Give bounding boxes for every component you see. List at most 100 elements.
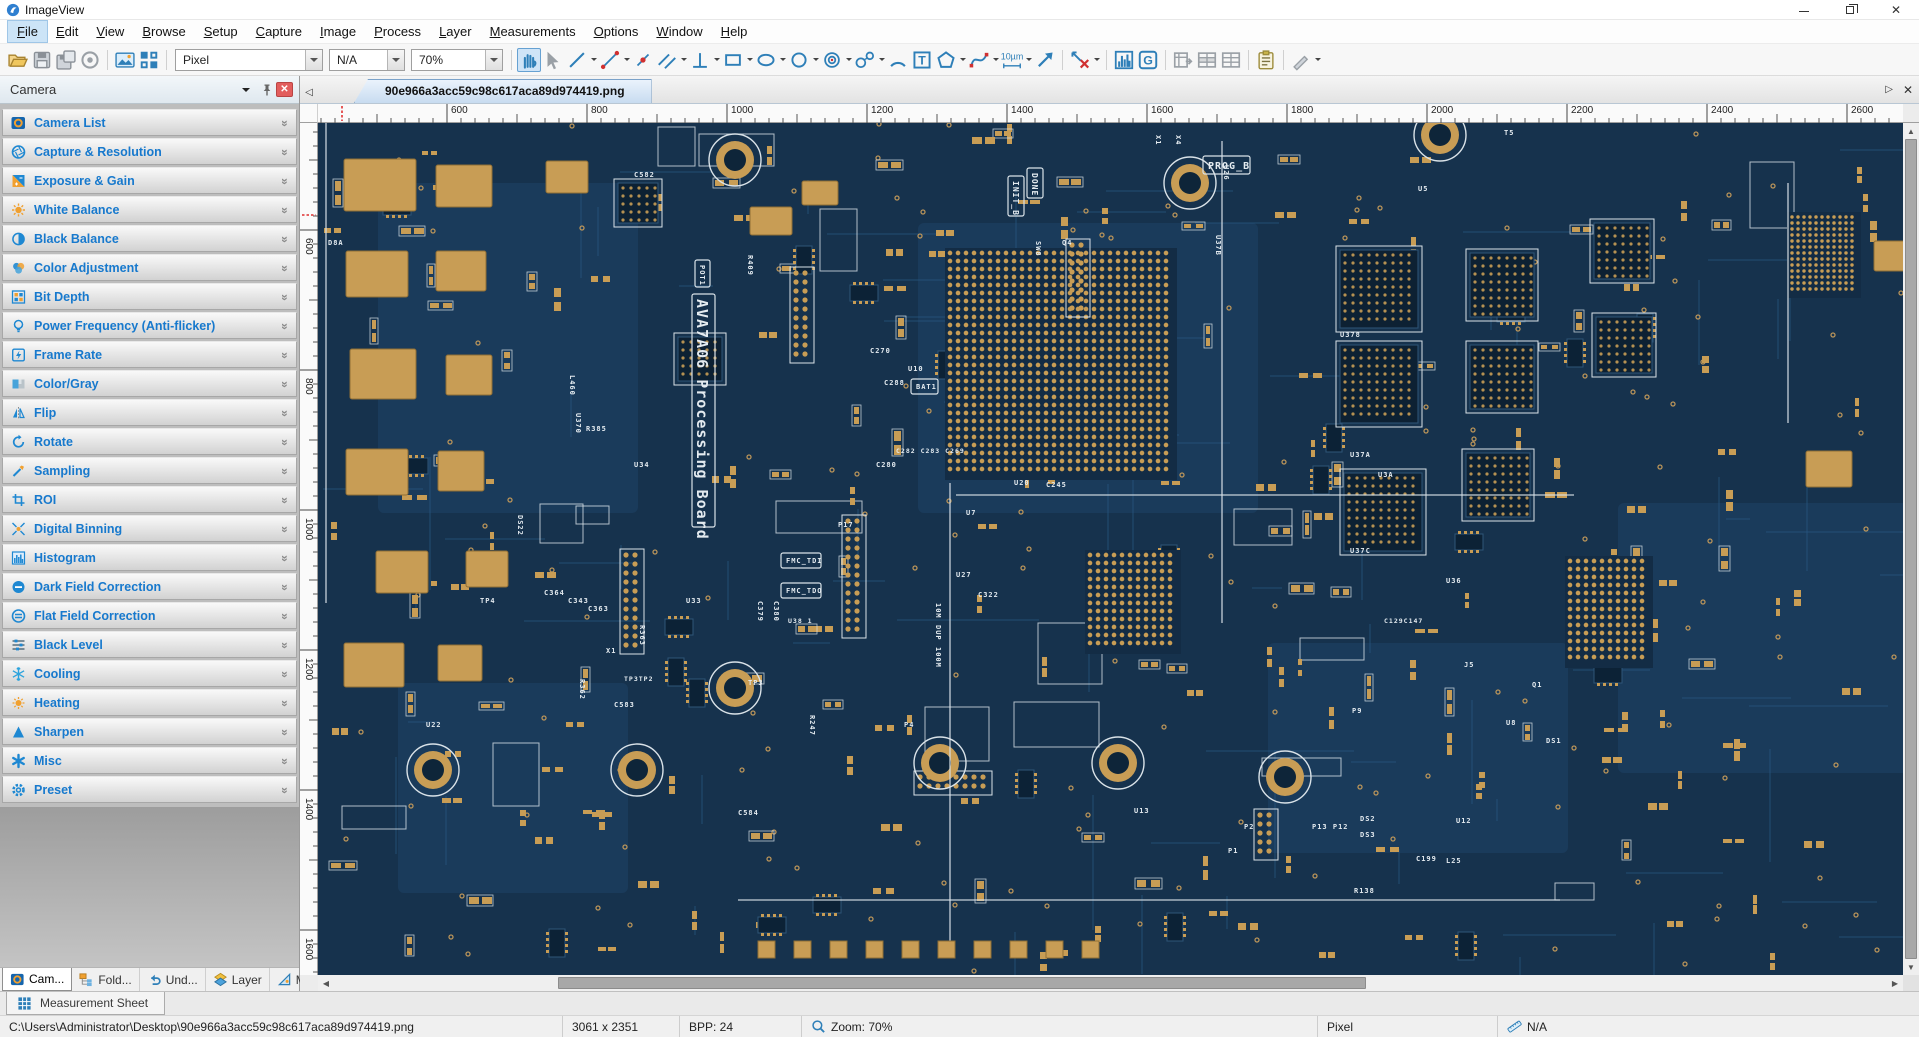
- expand-chevron-icon[interactable]: »: [278, 265, 292, 271]
- expand-chevron-icon[interactable]: »: [278, 120, 292, 126]
- chevron-down-icon[interactable]: [485, 50, 502, 70]
- chevron-down-icon[interactable]: [589, 48, 598, 72]
- expand-chevron-icon[interactable]: »: [278, 352, 292, 358]
- scroll-up-icon[interactable]: ▲: [1903, 123, 1919, 139]
- sidebar-item-color-adjustment[interactable]: Color Adjustment»: [2, 254, 297, 281]
- expand-chevron-icon[interactable]: »: [278, 584, 292, 590]
- chevron-down-icon[interactable]: [305, 50, 322, 70]
- scroll-down-icon[interactable]: ▼: [1903, 959, 1919, 975]
- sidebar-item-dark-field-correction[interactable]: Dark Field Correction»: [2, 573, 297, 600]
- expand-chevron-icon[interactable]: »: [278, 555, 292, 561]
- scroll-left-icon[interactable]: ◀: [318, 975, 334, 991]
- menu-window[interactable]: Window: [647, 21, 711, 42]
- sidebar-item-histogram[interactable]: Histogram»: [2, 544, 297, 571]
- sidebar-item-power-frequency-anti-flicker[interactable]: Power Frequency (Anti-flicker)»: [2, 312, 297, 339]
- chevron-down-icon[interactable]: [844, 48, 853, 72]
- minimize-button[interactable]: [1781, 0, 1827, 19]
- dock-tab-und[interactable]: Und...: [140, 968, 206, 991]
- expand-chevron-icon[interactable]: »: [278, 613, 292, 619]
- scale-bar-button[interactable]: 10µm: [1000, 48, 1024, 72]
- expand-chevron-icon[interactable]: »: [278, 294, 292, 300]
- expand-chevron-icon[interactable]: »: [278, 468, 292, 474]
- vertical-scrollbar[interactable]: ▲ ▼: [1903, 123, 1919, 975]
- browse-images-button[interactable]: [113, 48, 137, 72]
- line-tool-button[interactable]: [565, 48, 589, 72]
- edit-measure-button[interactable]: [1289, 48, 1313, 72]
- chevron-down-icon[interactable]: [958, 48, 967, 72]
- horizontal-scroll-thumb[interactable]: [558, 977, 1366, 989]
- polyline-tool-button[interactable]: [598, 48, 622, 72]
- arrow-annotation-button[interactable]: [1033, 48, 1057, 72]
- menu-options[interactable]: Options: [585, 21, 648, 42]
- sidebar-item-bit-depth[interactable]: Bit Depth»: [2, 283, 297, 310]
- menu-setup[interactable]: Setup: [195, 21, 247, 42]
- close-button[interactable]: ✕: [1873, 0, 1919, 19]
- menu-view[interactable]: View: [87, 21, 133, 42]
- menu-edit[interactable]: Edit: [47, 21, 87, 42]
- sidebar-item-black-balance[interactable]: Black Balance»: [2, 225, 297, 252]
- insert-row-button[interactable]: [1195, 48, 1219, 72]
- chevron-down-icon[interactable]: [1092, 48, 1101, 72]
- polygon-tool-button[interactable]: [934, 48, 958, 72]
- resolution-combo[interactable]: N/A: [329, 49, 405, 71]
- menu-image[interactable]: Image: [311, 21, 365, 42]
- point-tool-button[interactable]: [631, 48, 655, 72]
- vertical-scroll-thumb[interactable]: [1905, 139, 1917, 959]
- delete-table-button[interactable]: [1219, 48, 1243, 72]
- sidebar-item-sharpen[interactable]: Sharpen»: [2, 718, 297, 745]
- expand-chevron-icon[interactable]: »: [278, 758, 292, 764]
- sidebar-item-camera-list[interactable]: Camera List»: [2, 109, 297, 136]
- ellipse-tool-button[interactable]: [754, 48, 778, 72]
- sidebar-item-misc[interactable]: Misc»: [2, 747, 297, 774]
- expand-chevron-icon[interactable]: »: [278, 671, 292, 677]
- expand-chevron-icon[interactable]: »: [278, 497, 292, 503]
- chevron-down-icon[interactable]: [778, 48, 787, 72]
- sidebar-item-capture-resolution[interactable]: Capture & Resolution»: [2, 138, 297, 165]
- spline-tool-button[interactable]: [967, 48, 991, 72]
- snapshot-button[interactable]: [78, 48, 102, 72]
- expand-chevron-icon[interactable]: »: [278, 207, 292, 213]
- panel-pin-icon[interactable]: [258, 82, 276, 98]
- dock-tab-fold[interactable]: Fold...: [72, 968, 139, 991]
- tab-scroll-left-icon[interactable]: ◁: [300, 81, 318, 103]
- sidebar-item-exposure-gain[interactable]: Exposure & Gain»: [2, 167, 297, 194]
- concentric-circle-tool-button[interactable]: [820, 48, 844, 72]
- menu-layer[interactable]: Layer: [430, 21, 481, 42]
- sidebar-item-rotate[interactable]: Rotate»: [2, 428, 297, 455]
- histogram-panel-button[interactable]: [1112, 48, 1136, 72]
- sidebar-item-digital-binning[interactable]: Digital Binning»: [2, 515, 297, 542]
- chevron-down-icon[interactable]: [991, 48, 1000, 72]
- menu-capture[interactable]: Capture: [247, 21, 311, 42]
- sidebar-item-heating[interactable]: Heating»: [2, 689, 297, 716]
- chevron-down-icon[interactable]: [387, 50, 404, 70]
- sidebar-item-sampling[interactable]: Sampling»: [2, 457, 297, 484]
- sidebar-item-white-balance[interactable]: White Balance»: [2, 196, 297, 223]
- tab-close-icon[interactable]: ✕: [1903, 83, 1913, 97]
- sidebar-item-color-gray[interactable]: Color/Gray»: [2, 370, 297, 397]
- expand-chevron-icon[interactable]: »: [278, 149, 292, 155]
- expand-chevron-icon[interactable]: »: [278, 323, 292, 329]
- tab-scroll-right-icon[interactable]: ▷: [1885, 84, 1893, 95]
- save-as-button[interactable]: [54, 48, 78, 72]
- export-sheet-button[interactable]: [1171, 48, 1195, 72]
- measure-toggle-button[interactable]: [1068, 48, 1092, 72]
- menu-process[interactable]: Process: [365, 21, 430, 42]
- sidebar-item-flip[interactable]: Flip»: [2, 399, 297, 426]
- zoom-combo[interactable]: 70%: [411, 49, 503, 71]
- save-button[interactable]: [30, 48, 54, 72]
- sidebar-item-cooling[interactable]: Cooling»: [2, 660, 297, 687]
- chevron-down-icon[interactable]: [622, 48, 631, 72]
- expand-chevron-icon[interactable]: »: [278, 700, 292, 706]
- arc-tool-button[interactable]: [886, 48, 910, 72]
- chevron-down-icon[interactable]: [1313, 48, 1322, 72]
- panel-close-icon[interactable]: ✕: [276, 82, 293, 97]
- expand-chevron-icon[interactable]: »: [278, 439, 292, 445]
- parallel-tool-button[interactable]: [655, 48, 679, 72]
- document-tab[interactable]: 90e966a3acc59c98c617aca89d974419.png: [354, 79, 652, 103]
- chevron-down-icon[interactable]: [745, 48, 754, 72]
- dock-tab-layer[interactable]: Layer: [206, 968, 270, 991]
- expand-chevron-icon[interactable]: »: [278, 526, 292, 532]
- sidebar-item-flat-field-correction[interactable]: Flat Field Correction»: [2, 602, 297, 629]
- expand-chevron-icon[interactable]: »: [278, 642, 292, 648]
- expand-chevron-icon[interactable]: »: [278, 236, 292, 242]
